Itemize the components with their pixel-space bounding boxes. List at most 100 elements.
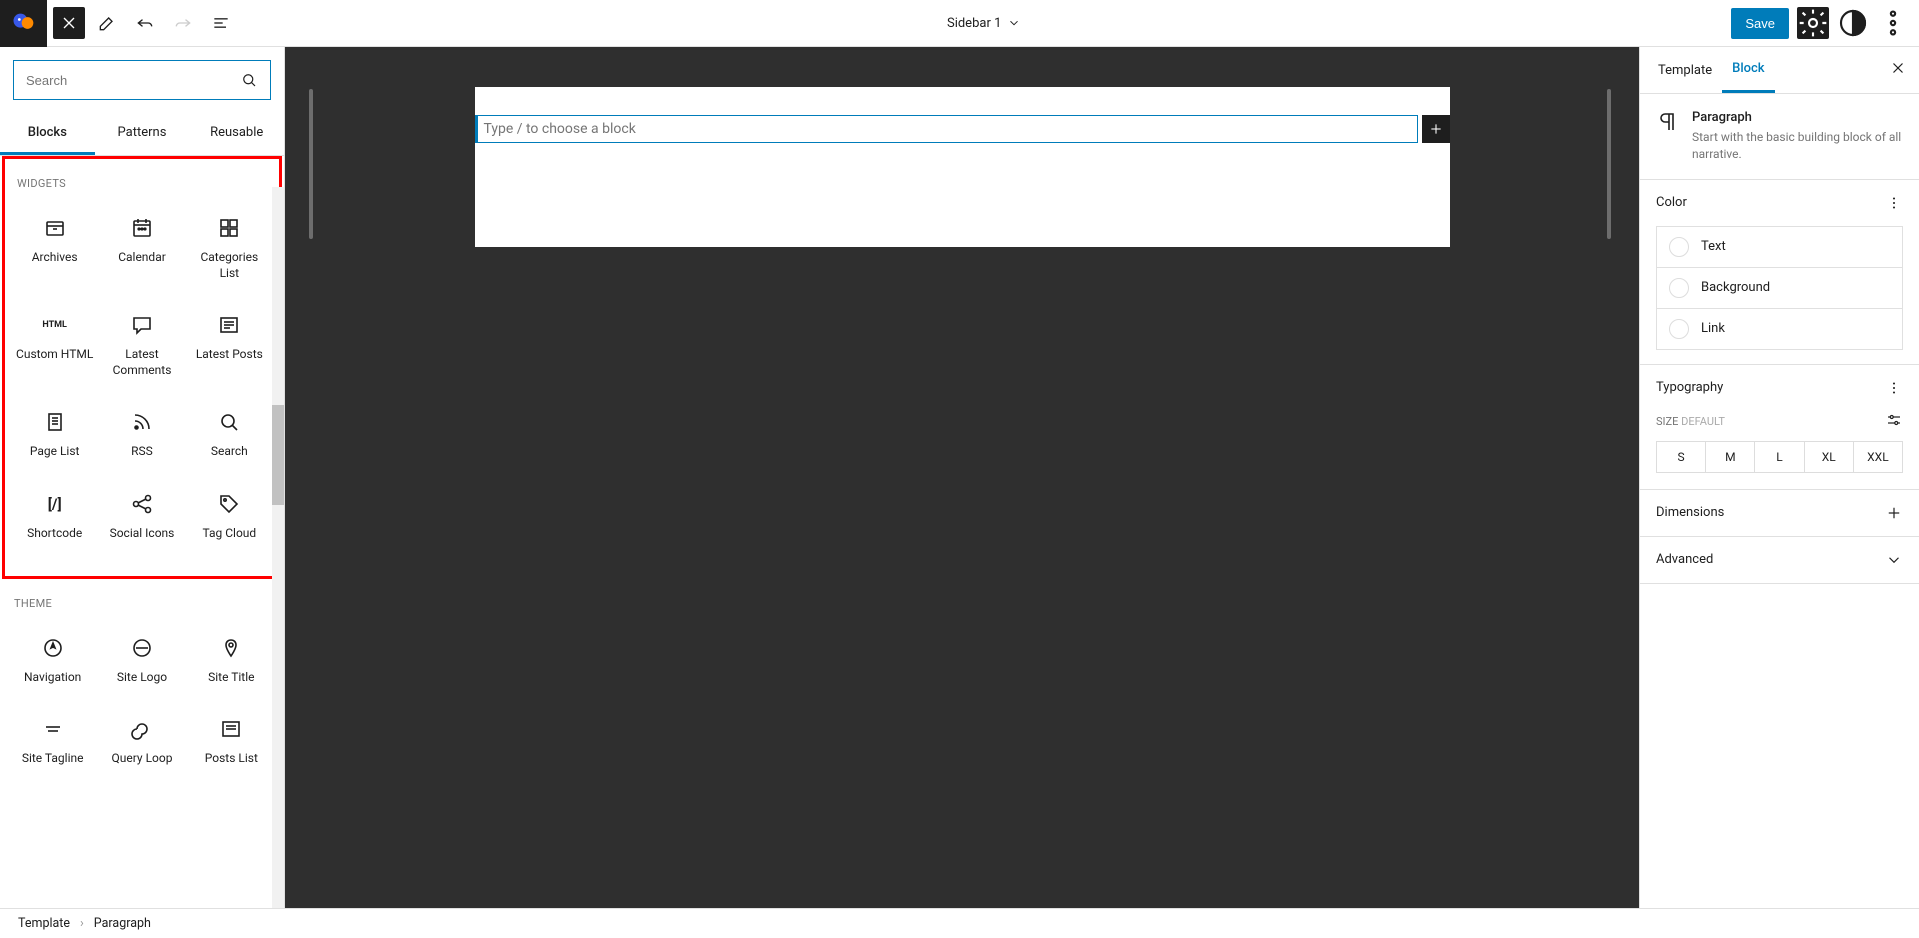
list-view-button[interactable] bbox=[205, 7, 237, 39]
list-icon bbox=[211, 13, 231, 33]
sliders-icon bbox=[1885, 411, 1903, 429]
block-tag-cloud[interactable]: Tag Cloud bbox=[186, 476, 273, 558]
block-title: Paragraph bbox=[1692, 110, 1903, 125]
redo-icon bbox=[173, 13, 193, 33]
block-latest-comments[interactable]: Latest Comments bbox=[98, 297, 185, 394]
undo-button[interactable] bbox=[129, 7, 161, 39]
parrot-icon bbox=[10, 9, 38, 37]
advanced-section: Advanced bbox=[1640, 537, 1919, 584]
dimensions-section-header[interactable]: Dimensions bbox=[1640, 490, 1919, 536]
tab-blocks[interactable]: Blocks bbox=[0, 113, 95, 155]
close-inserter-button[interactable] bbox=[53, 7, 85, 39]
block-site-tagline[interactable]: Site Tagline bbox=[8, 701, 97, 783]
search-icon bbox=[240, 71, 258, 89]
tab-reusable[interactable]: Reusable bbox=[189, 113, 284, 155]
size-l[interactable]: L bbox=[1755, 442, 1804, 472]
block-social-icons[interactable]: Social Icons bbox=[98, 476, 185, 558]
color-background-row[interactable]: Background bbox=[1656, 267, 1903, 309]
inserter-scrollbar-track[interactable] bbox=[272, 187, 284, 908]
block-posts-list[interactable]: Posts List bbox=[187, 701, 276, 783]
navigation-icon bbox=[41, 636, 65, 660]
add-block-button[interactable] bbox=[1422, 115, 1450, 143]
widget-area-sidebar[interactable]: Type / to choose a block bbox=[475, 87, 1450, 247]
breadcrumb-root[interactable]: Template bbox=[18, 916, 70, 931]
categories-icon bbox=[217, 216, 241, 240]
size-xxl[interactable]: XXL bbox=[1854, 442, 1902, 472]
color-swatch-link bbox=[1669, 319, 1689, 339]
size-m[interactable]: M bbox=[1706, 442, 1755, 472]
block-shortcode[interactable]: [/]Shortcode bbox=[11, 476, 98, 558]
block-rss[interactable]: RSS bbox=[98, 394, 185, 476]
inserter-tabs: Blocks Patterns Reusable bbox=[0, 113, 284, 156]
size-s[interactable]: S bbox=[1657, 442, 1706, 472]
color-section: Color Text Background Link bbox=[1640, 180, 1919, 365]
block-calendar[interactable]: Calendar bbox=[98, 200, 185, 297]
block-query-loop[interactable]: Query Loop bbox=[97, 701, 186, 783]
html-icon: HTML bbox=[43, 313, 67, 337]
block-custom-html[interactable]: HTMLCustom HTML bbox=[11, 297, 98, 394]
document-title-text: Sidebar 1 bbox=[947, 16, 1001, 31]
tag-icon bbox=[217, 492, 241, 516]
edit-tool-button[interactable] bbox=[91, 7, 123, 39]
save-button[interactable]: Save bbox=[1731, 8, 1789, 39]
block-page-list[interactable]: Page List bbox=[11, 394, 98, 476]
block-latest-posts[interactable]: Latest Posts bbox=[186, 297, 273, 394]
more-options-button[interactable] bbox=[1877, 7, 1909, 39]
block-categories[interactable]: Categories List bbox=[186, 200, 273, 297]
archives-icon bbox=[43, 216, 67, 240]
share-icon bbox=[130, 492, 154, 516]
block-search[interactable]: Search bbox=[186, 394, 273, 476]
app-logo[interactable] bbox=[0, 0, 47, 47]
color-section-header[interactable]: Color bbox=[1640, 180, 1919, 226]
section-theme-header: THEME bbox=[8, 579, 276, 620]
size-xl[interactable]: XL bbox=[1805, 442, 1854, 472]
tab-block[interactable]: Block bbox=[1722, 47, 1774, 93]
block-inserter-panel: Blocks Patterns Reusable WIDGETS Archive… bbox=[0, 47, 285, 908]
empty-paragraph-block[interactable]: Type / to choose a block bbox=[475, 115, 1418, 143]
block-archives[interactable]: Archives bbox=[11, 200, 98, 297]
more-vertical-icon[interactable] bbox=[1885, 194, 1903, 212]
typography-section-header[interactable]: Typography bbox=[1640, 365, 1919, 411]
query-loop-icon bbox=[130, 717, 154, 741]
color-swatch-background bbox=[1669, 278, 1689, 298]
styles-button[interactable] bbox=[1837, 7, 1869, 39]
size-custom-toggle[interactable] bbox=[1885, 411, 1903, 433]
block-site-title[interactable]: Site Title bbox=[187, 620, 276, 702]
advanced-section-header[interactable]: Advanced bbox=[1640, 537, 1919, 583]
canvas-scroll-indicator-right bbox=[1607, 89, 1611, 239]
site-logo-icon bbox=[130, 636, 154, 660]
block-description: Start with the basic building block of a… bbox=[1692, 129, 1903, 163]
more-vertical-icon[interactable] bbox=[1885, 379, 1903, 397]
inserter-scrollbar-thumb[interactable] bbox=[272, 405, 284, 505]
widgets-highlight: WIDGETS Archives Calendar Categories Lis… bbox=[2, 156, 282, 579]
block-navigation[interactable]: Navigation bbox=[8, 620, 97, 702]
site-tagline-icon bbox=[41, 717, 65, 741]
editor-canvas[interactable]: Type / to choose a block bbox=[285, 47, 1639, 908]
close-settings-button[interactable] bbox=[1885, 55, 1911, 85]
breadcrumb-separator: › bbox=[80, 916, 84, 931]
settings-button[interactable] bbox=[1797, 7, 1829, 39]
block-search-box[interactable] bbox=[13, 60, 271, 100]
block-search-input[interactable] bbox=[26, 73, 240, 88]
top-toolbar: Sidebar 1 Save bbox=[0, 0, 1919, 47]
breadcrumb: Template › Paragraph bbox=[0, 908, 1919, 938]
color-text-row[interactable]: Text bbox=[1656, 226, 1903, 268]
undo-icon bbox=[135, 13, 155, 33]
color-link-row[interactable]: Link bbox=[1656, 308, 1903, 350]
breadcrumb-current[interactable]: Paragraph bbox=[94, 916, 151, 931]
plus-icon[interactable] bbox=[1885, 504, 1903, 522]
calendar-icon bbox=[130, 216, 154, 240]
gear-icon bbox=[1797, 7, 1829, 39]
blocks-list[interactable]: WIDGETS Archives Calendar Categories Lis… bbox=[0, 156, 284, 908]
document-title[interactable]: Sidebar 1 bbox=[237, 16, 1731, 31]
close-icon bbox=[1889, 59, 1907, 77]
site-title-icon bbox=[219, 636, 243, 660]
tab-template[interactable]: Template bbox=[1648, 49, 1722, 92]
block-info-card: Paragraph Start with the basic building … bbox=[1640, 94, 1919, 180]
dimensions-section: Dimensions bbox=[1640, 490, 1919, 537]
block-site-logo[interactable]: Site Logo bbox=[97, 620, 186, 702]
chevron-down-icon bbox=[1007, 16, 1021, 30]
redo-button[interactable] bbox=[167, 7, 199, 39]
canvas-scroll-indicator-left bbox=[309, 89, 313, 239]
tab-patterns[interactable]: Patterns bbox=[95, 113, 190, 155]
